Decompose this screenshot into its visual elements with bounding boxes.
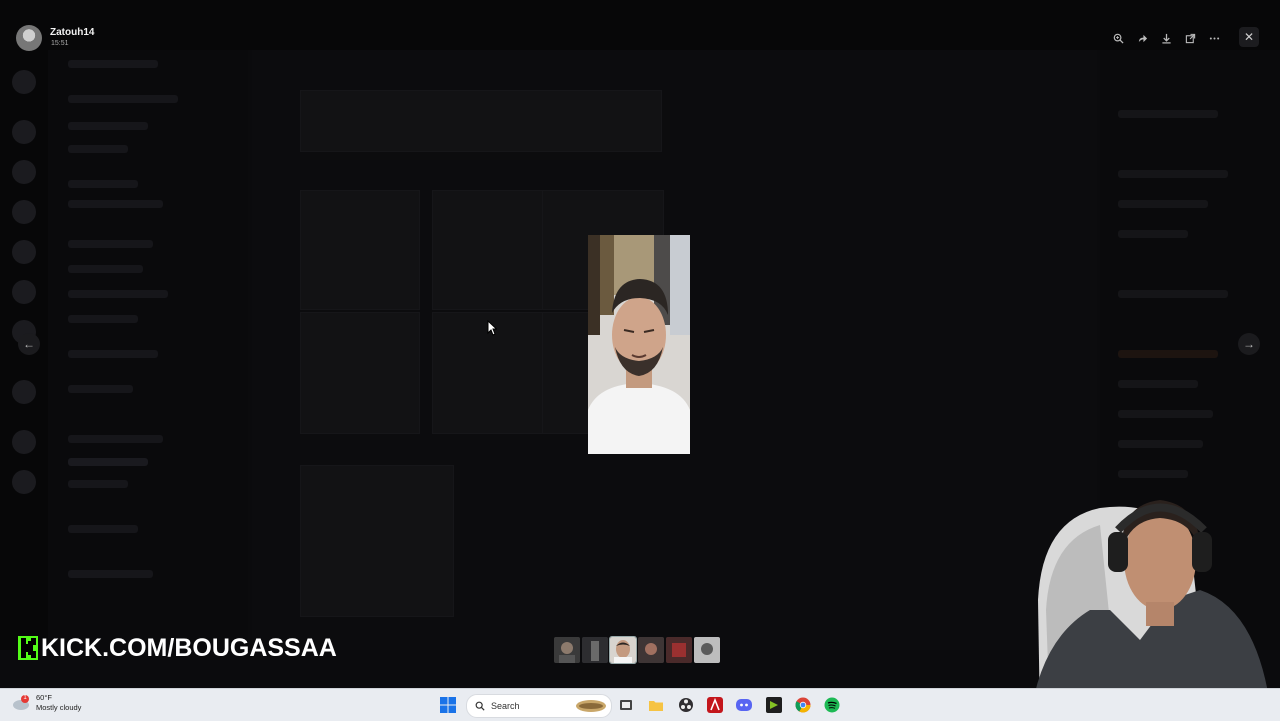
chrome-icon[interactable] xyxy=(793,695,813,715)
kick-logo-icon xyxy=(18,636,38,660)
thumbnail[interactable] xyxy=(554,637,580,663)
thumbnail[interactable] xyxy=(582,637,608,663)
close-button[interactable]: ✕ xyxy=(1239,27,1259,47)
mouse-cursor-icon xyxy=(487,319,498,341)
thumbnail[interactable] xyxy=(694,637,720,663)
channel-list xyxy=(48,50,248,650)
kick-banner: KICK.COM/BOUGASSAA xyxy=(18,633,337,663)
kick-url: KICK.COM/BOUGASSAA xyxy=(41,633,337,662)
affinity-icon[interactable] xyxy=(705,695,725,715)
terminal-icon[interactable] xyxy=(764,695,784,715)
forward-icon[interactable] xyxy=(1132,28,1152,48)
zoom-in-icon[interactable] xyxy=(1108,28,1128,48)
weather-desc: Mostly cloudy xyxy=(36,703,82,712)
viewer-image[interactable] xyxy=(588,235,690,454)
folder-icon[interactable] xyxy=(646,695,666,715)
webcam-overlay xyxy=(1010,490,1280,720)
next-image-button[interactable]: → xyxy=(1238,333,1260,355)
thumbnail[interactable] xyxy=(666,637,692,663)
obs-icon[interactable] xyxy=(676,695,696,715)
windows-start-icon[interactable] xyxy=(440,697,456,713)
viewer-header: Zatouh14 15:51 ✕ xyxy=(0,0,1280,51)
discord-icon[interactable] xyxy=(734,695,754,715)
thumbnail-active[interactable] xyxy=(609,636,637,664)
search-icon xyxy=(475,701,485,711)
previous-image-button[interactable]: ← xyxy=(18,333,40,355)
spotify-icon[interactable] xyxy=(822,695,842,715)
post-time: 15:51 xyxy=(51,40,69,47)
avatar[interactable] xyxy=(16,25,42,51)
weather-badge: 1 xyxy=(23,695,27,701)
author-name[interactable]: Zatouh14 xyxy=(50,27,94,38)
open-external-icon[interactable] xyxy=(1180,28,1200,48)
weather-widget[interactable]: 1 60°F Mostly cloudy xyxy=(12,693,81,713)
taskbar-search[interactable]: Search xyxy=(466,694,612,718)
taskbar: 1 60°F Mostly cloudy Search xyxy=(0,688,1280,721)
download-icon[interactable] xyxy=(1156,28,1176,48)
weather-temp: 60°F xyxy=(36,693,52,702)
cloud-icon: 1 xyxy=(12,695,30,711)
search-label: Search xyxy=(491,701,520,711)
more-icon[interactable] xyxy=(1204,28,1224,48)
thumbnail[interactable] xyxy=(638,637,664,663)
viewer-toolbar xyxy=(1108,28,1228,48)
search-highlight-icon xyxy=(575,699,607,713)
thumbnail-strip xyxy=(554,636,720,664)
task-view-icon[interactable] xyxy=(616,695,636,715)
